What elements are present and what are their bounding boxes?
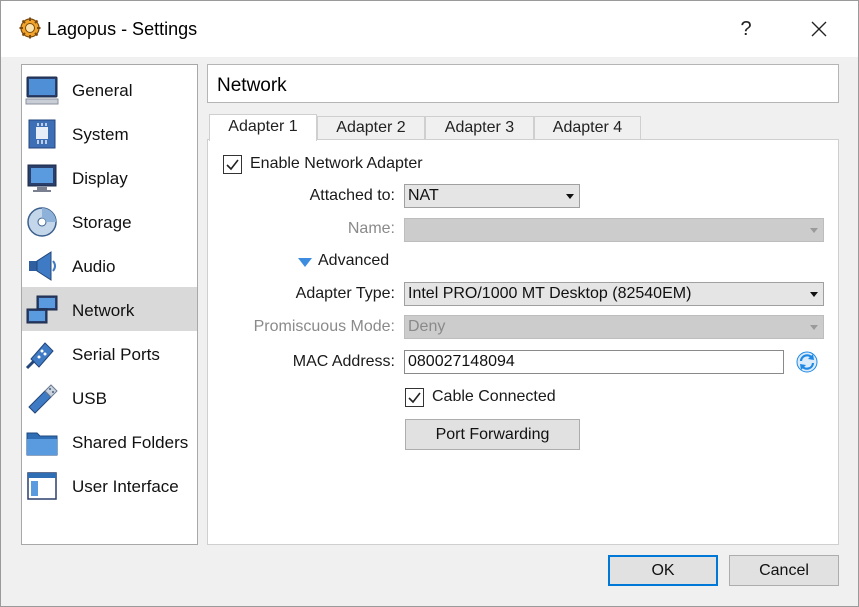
cable-connected-label: Cable Connected	[432, 388, 556, 405]
serial-ports-icon	[25, 337, 59, 371]
audio-icon	[25, 249, 59, 283]
settings-content: Network Adapter 1 Adapter 2 Adapter 3 Ad…	[207, 64, 839, 545]
settings-window: Lagopus - Settings ? General System Disp…	[0, 0, 859, 607]
tab-adapter-4[interactable]: Adapter 4	[534, 116, 641, 140]
sidebar-item-label: General	[72, 81, 133, 100]
sidebar-item-serial-ports[interactable]: Serial Ports	[22, 331, 197, 375]
sidebar-item-label: Audio	[72, 257, 116, 276]
sidebar-item-audio[interactable]: Audio	[22, 243, 197, 287]
shared-folders-icon	[25, 425, 59, 459]
sidebar-item-display[interactable]: Display	[22, 155, 197, 199]
ok-button[interactable]: OK	[608, 555, 718, 586]
enable-adapter-checkbox[interactable]	[223, 155, 242, 174]
sidebar-item-label: Shared Folders	[72, 433, 189, 452]
adapter-type-select[interactable]: Intel PRO/1000 MT Desktop (82540EM)	[404, 282, 824, 306]
chevron-down-icon	[810, 292, 818, 297]
sidebar-item-label: USB	[72, 389, 107, 408]
user-interface-icon	[25, 469, 59, 503]
name-label: Name:	[347, 220, 395, 237]
cancel-button[interactable]: Cancel	[729, 555, 839, 586]
attached-to-value: NAT	[408, 187, 439, 204]
enable-adapter-label: Enable Network Adapter	[250, 155, 423, 172]
help-button[interactable]: ?	[731, 15, 761, 43]
name-select	[404, 218, 824, 242]
port-forwarding-button[interactable]: Port Forwarding	[405, 419, 580, 450]
advanced-toggle-icon[interactable]	[298, 255, 312, 273]
section-header: Network	[207, 64, 839, 103]
general-icon	[25, 73, 59, 107]
advanced-label[interactable]: Advanced	[318, 252, 389, 270]
usb-icon	[25, 381, 59, 415]
chevron-down-icon	[810, 228, 818, 233]
settings-sidebar: General System Display Storage Audio Net…	[21, 64, 198, 545]
network-icon	[25, 293, 59, 327]
adapter-type-value: Intel PRO/1000 MT Desktop (82540EM)	[408, 285, 692, 302]
app-gear-icon	[19, 17, 41, 39]
tab-adapter-2[interactable]: Adapter 2	[317, 116, 425, 140]
close-icon	[811, 21, 827, 37]
mac-address-input[interactable]: 080027148094	[404, 350, 784, 374]
system-icon	[25, 117, 59, 151]
chevron-down-icon	[810, 325, 818, 330]
sidebar-item-shared-folders[interactable]: Shared Folders	[22, 419, 197, 463]
promiscuous-mode-label: Promiscuous Mode:	[253, 318, 395, 335]
refresh-icon	[796, 351, 818, 373]
sidebar-item-system[interactable]: System	[22, 111, 197, 155]
tab-adapter-3[interactable]: Adapter 3	[425, 116, 534, 140]
close-button[interactable]	[801, 15, 837, 43]
sidebar-item-usb[interactable]: USB	[22, 375, 197, 419]
refresh-mac-button[interactable]	[796, 351, 818, 373]
checkmark-icon	[408, 392, 421, 404]
sidebar-item-label: Serial Ports	[72, 345, 160, 364]
sidebar-item-label: System	[72, 125, 129, 144]
title-bar: Lagopus - Settings ?	[1, 1, 858, 57]
sidebar-item-label: Display	[72, 169, 128, 188]
sidebar-item-storage[interactable]: Storage	[22, 199, 197, 243]
sidebar-item-network[interactable]: Network	[22, 287, 197, 331]
promiscuous-mode-value: Deny	[408, 318, 446, 335]
display-icon	[25, 161, 59, 195]
sidebar-item-label: Storage	[72, 213, 132, 232]
promiscuous-mode-select: Deny	[404, 315, 824, 339]
sidebar-item-user-interface[interactable]: User Interface	[22, 463, 197, 507]
sidebar-item-general[interactable]: General	[22, 67, 197, 111]
attached-to-select[interactable]: NAT	[404, 184, 580, 208]
storage-icon	[25, 205, 59, 239]
cable-connected-checkbox[interactable]	[405, 388, 424, 407]
tab-adapter-1[interactable]: Adapter 1	[209, 114, 317, 141]
adapter-type-label: Adapter Type:	[295, 285, 395, 302]
checkmark-icon	[226, 159, 239, 171]
page-title: Network	[217, 75, 287, 96]
attached-to-label: Attached to:	[309, 187, 395, 204]
window-title: Lagopus - Settings	[47, 19, 198, 39]
chevron-down-icon	[566, 194, 574, 199]
mac-address-label: MAC Address:	[292, 353, 395, 370]
adapter-panel: Enable Network Adapter Attached to: NAT …	[207, 139, 839, 545]
sidebar-item-label: User Interface	[72, 477, 179, 496]
sidebar-item-label: Network	[72, 301, 135, 320]
adapter-tabs: Adapter 1 Adapter 2 Adapter 3 Adapter 4	[207, 114, 839, 141]
